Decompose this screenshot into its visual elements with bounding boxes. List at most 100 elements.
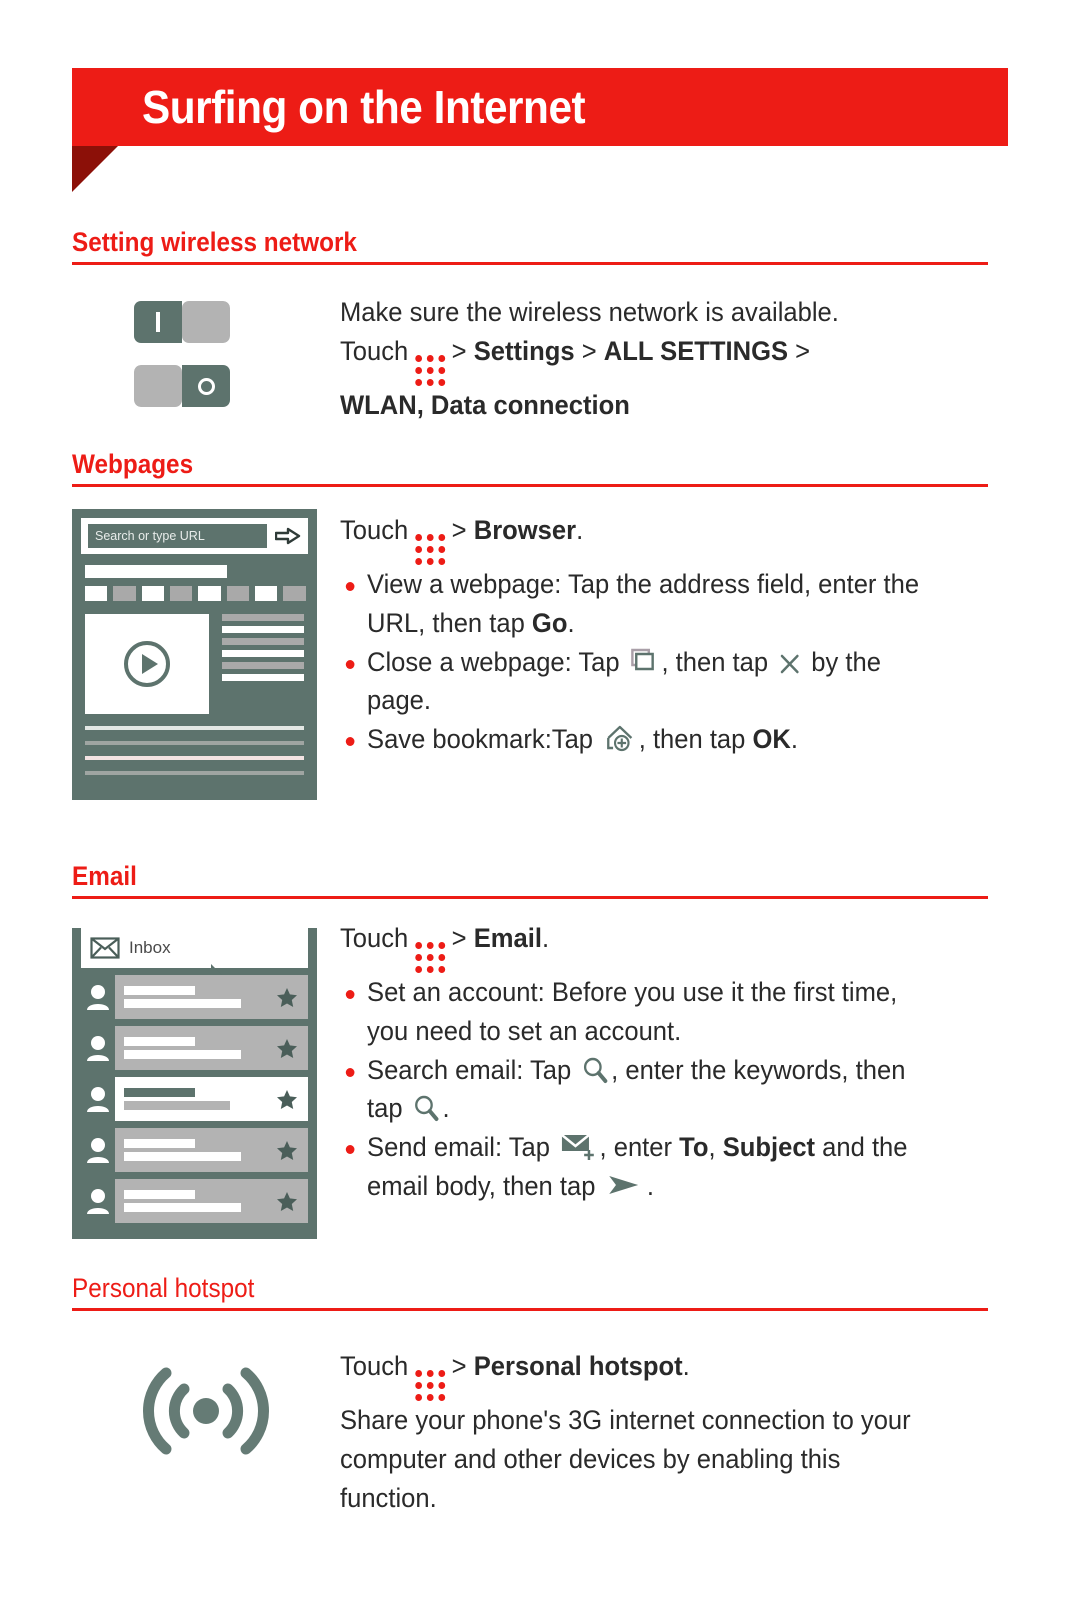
person-icon <box>87 1087 109 1113</box>
mail-placeholder-bars <box>124 982 276 1012</box>
section-setting-wireless-network: Setting wireless network Make sure the w… <box>72 228 988 429</box>
star-icon[interactable] <box>276 1191 298 1212</box>
avatar <box>81 1085 115 1113</box>
subject-bar <box>124 1101 231 1111</box>
browser-content-area <box>85 614 317 715</box>
list-item: Set an account: Before you use it the fi… <box>340 973 907 1050</box>
ok-label: OK <box>752 724 791 755</box>
period: . <box>682 1351 690 1382</box>
app-launcher-grid-icon[interactable] <box>414 534 445 566</box>
bullet-text: by the <box>804 646 881 677</box>
star-icon[interactable] <box>276 987 298 1008</box>
section-heading-wireless: Setting wireless network <box>72 227 357 257</box>
browser-mock: Search or type URL <box>72 509 317 801</box>
hotspot-body-line-1: Share your phone's 3G internet connectio… <box>340 1405 911 1436</box>
email-touch-line: Touch > Email. <box>340 919 907 974</box>
search-icon[interactable] <box>413 1094 440 1122</box>
page-title: Surfing on the Internet <box>142 81 586 133</box>
hotspot-illustration <box>72 1333 340 1471</box>
inbox-header: Inbox <box>81 928 308 976</box>
settings-label: Settings <box>473 336 575 367</box>
toggle-switch-on <box>134 301 230 344</box>
address-input-placeholder[interactable]: Search or type URL <box>88 524 267 549</box>
bullet-text: email body, then tap <box>367 1170 603 1201</box>
section-divider <box>72 484 988 488</box>
toggle-illustration-group <box>72 287 340 429</box>
browser-title-bar-placeholder <box>85 565 228 579</box>
period: . <box>646 1170 655 1201</box>
wireless-instructions: Make sure the wireless network is availa… <box>340 287 839 424</box>
star-icon[interactable] <box>276 1089 298 1110</box>
toggle-off-side <box>182 365 230 408</box>
period: . <box>442 1093 450 1124</box>
add-bookmark-icon[interactable] <box>603 723 636 753</box>
bullet-line: you need to set an account. <box>367 1016 682 1047</box>
browser-tab <box>283 586 306 602</box>
bullet-line: Save bookmark:Tap , then tap OK. <box>367 720 919 759</box>
bullet-line: tap . <box>367 1089 907 1128</box>
browser-tab <box>226 586 249 602</box>
sender-bar <box>124 1037 196 1047</box>
header-banner-bar: Surfing on the Internet <box>72 68 1008 146</box>
play-button-icon <box>124 641 170 688</box>
subject-bar <box>124 999 242 1009</box>
toggle-on-icon <box>156 312 160 333</box>
list-item: View a webpage: Tap the address field, e… <box>340 565 919 642</box>
bullet-text: Send email: Tap <box>367 1132 558 1163</box>
data-connection-label: Data connection <box>430 390 630 421</box>
section-heading-hotspot: Personal hotspot <box>72 1273 255 1303</box>
go-arrow-icon[interactable] <box>275 527 301 545</box>
sender-bar <box>124 1088 196 1098</box>
bullet-text: , enter <box>599 1132 680 1163</box>
text-line <box>222 638 304 646</box>
person-icon <box>87 985 109 1011</box>
app-launcher-grid-icon[interactable] <box>414 942 445 974</box>
bullet-line: page. <box>367 685 432 716</box>
period: . <box>541 923 550 954</box>
browser-tab <box>198 586 221 602</box>
browser-tab-row <box>85 586 306 602</box>
person-icon <box>87 1138 109 1164</box>
text-line <box>222 650 304 658</box>
subject-bar <box>124 1203 242 1213</box>
webpages-touch-line: Touch > Browser. <box>340 511 919 566</box>
chevron-separator: > <box>451 515 467 546</box>
search-icon[interactable] <box>581 1056 608 1084</box>
mail-row-body <box>115 1026 308 1071</box>
text-line <box>85 771 304 776</box>
mail-placeholder-bars <box>124 1084 276 1114</box>
section-divider <box>72 262 988 266</box>
toggle-knob <box>134 365 182 408</box>
webpages-bullet-list: View a webpage: Tap the address field, e… <box>340 565 919 758</box>
browser-side-text-lines <box>222 614 317 714</box>
list-item: Send email: Tap , enter To, Subject and … <box>340 1128 907 1205</box>
browser-illustration: Search or type URL <box>72 509 340 801</box>
webpages-instructions: Touch > Browser. View a webpage: Tap the … <box>340 509 919 758</box>
section-email: Email Inbox Touch > Email. Set an accoun… <box>72 862 988 1240</box>
bullet-line: Search email: Tap , enter the keywords, … <box>367 1051 907 1090</box>
mail-row-body <box>115 975 308 1020</box>
send-icon[interactable] <box>605 1170 644 1200</box>
avatar <box>81 1136 115 1164</box>
period: . <box>576 515 584 546</box>
star-icon[interactable] <box>276 1140 298 1161</box>
compose-mail-icon[interactable] <box>560 1129 597 1161</box>
bullet-text: tap <box>367 1093 410 1124</box>
app-launcher-grid-icon[interactable] <box>414 355 445 387</box>
email-illustration: Inbox <box>72 919 340 1240</box>
tabs-icon[interactable] <box>630 648 659 676</box>
banner-fold-decoration <box>72 146 118 192</box>
close-x-icon[interactable] <box>778 652 801 676</box>
text-line <box>222 662 304 670</box>
toggle-switch-off <box>134 365 230 408</box>
go-label: Go <box>531 608 568 639</box>
star-icon[interactable] <box>276 1038 298 1059</box>
bullet-line: URL, then tap Go. <box>367 604 919 643</box>
mail-placeholder-bars <box>124 1033 276 1063</box>
text-line <box>222 614 304 622</box>
chevron-separator: > <box>451 1351 467 1382</box>
bullet-text: , enter the keywords, then <box>611 1054 906 1085</box>
app-launcher-grid-icon[interactable] <box>414 1370 445 1402</box>
bullet-text: Search email: Tap <box>367 1054 579 1085</box>
mail-row-body <box>115 1179 308 1224</box>
